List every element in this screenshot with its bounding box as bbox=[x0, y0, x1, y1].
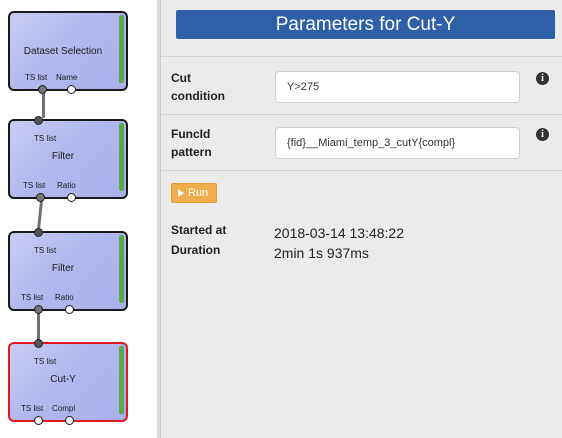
input-port-ts-list[interactable] bbox=[34, 228, 43, 237]
status-bar bbox=[119, 123, 124, 191]
input-label: TS list bbox=[34, 357, 57, 366]
node-title: Filter bbox=[51, 151, 75, 162]
output-port-name[interactable] bbox=[67, 85, 76, 94]
input-label: TS list bbox=[34, 246, 57, 255]
run-label: Run bbox=[188, 187, 209, 199]
input-port-ts-list[interactable] bbox=[34, 339, 43, 348]
output-port-ts-list[interactable] bbox=[36, 193, 45, 202]
output-port-ts-list[interactable] bbox=[34, 416, 43, 425]
divider bbox=[161, 170, 562, 171]
output-port-ts-list[interactable] bbox=[34, 305, 43, 314]
funcid-pattern-input[interactable]: {fid}__Miami_temp_3_cutY{compl} bbox=[275, 127, 520, 159]
field-label-cut-condition: Cut condition bbox=[171, 69, 225, 105]
node-filter[interactable]: TS list Filter TS list Ratio bbox=[8, 228, 128, 314]
duration-value: 2min 1s 937ms bbox=[274, 245, 369, 261]
output-label: TS list bbox=[25, 73, 48, 82]
link-filter-to-filter bbox=[36, 201, 43, 232]
started-at-label: Started at bbox=[171, 223, 227, 237]
output-label: TS list bbox=[21, 293, 44, 302]
output-port-ts-list[interactable] bbox=[38, 85, 47, 94]
input-port-ts-list[interactable] bbox=[34, 116, 43, 125]
output-port-ratio[interactable] bbox=[67, 193, 76, 202]
node-title: Filter bbox=[51, 263, 75, 274]
output-label: Name bbox=[56, 73, 78, 82]
label-line: Cut bbox=[171, 71, 191, 85]
status-bar bbox=[119, 15, 124, 83]
play-icon bbox=[178, 189, 184, 197]
parameters-panel: Parameters for Cut-Y Cut condition Y>275… bbox=[161, 0, 562, 438]
output-label: Ratio bbox=[57, 181, 76, 190]
started-at-value: 2018-03-14 13:48:22 bbox=[274, 225, 404, 241]
info-icon[interactable]: i bbox=[536, 128, 549, 141]
output-label: TS list bbox=[21, 404, 44, 413]
output-label: Ratio bbox=[55, 293, 74, 302]
label-line: FuncId bbox=[171, 127, 211, 141]
label-line: pattern bbox=[171, 145, 212, 159]
status-bar bbox=[119, 346, 124, 414]
output-port-compl[interactable] bbox=[65, 416, 74, 425]
node-dataset-selection[interactable]: Dataset Selection TS list Name bbox=[8, 11, 128, 94]
label-line: condition bbox=[171, 89, 225, 103]
link-filter-to-cuty bbox=[37, 313, 40, 342]
output-label: TS list bbox=[23, 181, 46, 190]
node-title: Dataset Selection bbox=[23, 46, 103, 57]
node-title: Cut-Y bbox=[50, 374, 76, 385]
info-icon[interactable]: i bbox=[536, 72, 549, 85]
node-filter[interactable]: TS list Filter TS list Ratio bbox=[8, 116, 128, 202]
link-dataset-to-filter bbox=[42, 90, 45, 118]
divider bbox=[161, 56, 562, 57]
status-bar bbox=[119, 235, 124, 303]
input-label: TS list bbox=[34, 134, 57, 143]
node-cut-y[interactable]: TS list Cut-Y TS list Compl bbox=[8, 339, 128, 425]
panel-title: Parameters for Cut-Y bbox=[176, 10, 555, 39]
workflow-canvas[interactable]: Dataset Selection TS list Name TS list F… bbox=[0, 0, 160, 438]
cut-condition-input[interactable]: Y>275 bbox=[275, 71, 520, 103]
run-button[interactable]: Run bbox=[171, 183, 217, 203]
duration-label: Duration bbox=[171, 243, 221, 257]
output-label: Compl bbox=[52, 404, 76, 413]
output-port-ratio[interactable] bbox=[65, 305, 74, 314]
field-label-funcid-pattern: FuncId pattern bbox=[171, 125, 212, 161]
divider bbox=[161, 114, 562, 115]
